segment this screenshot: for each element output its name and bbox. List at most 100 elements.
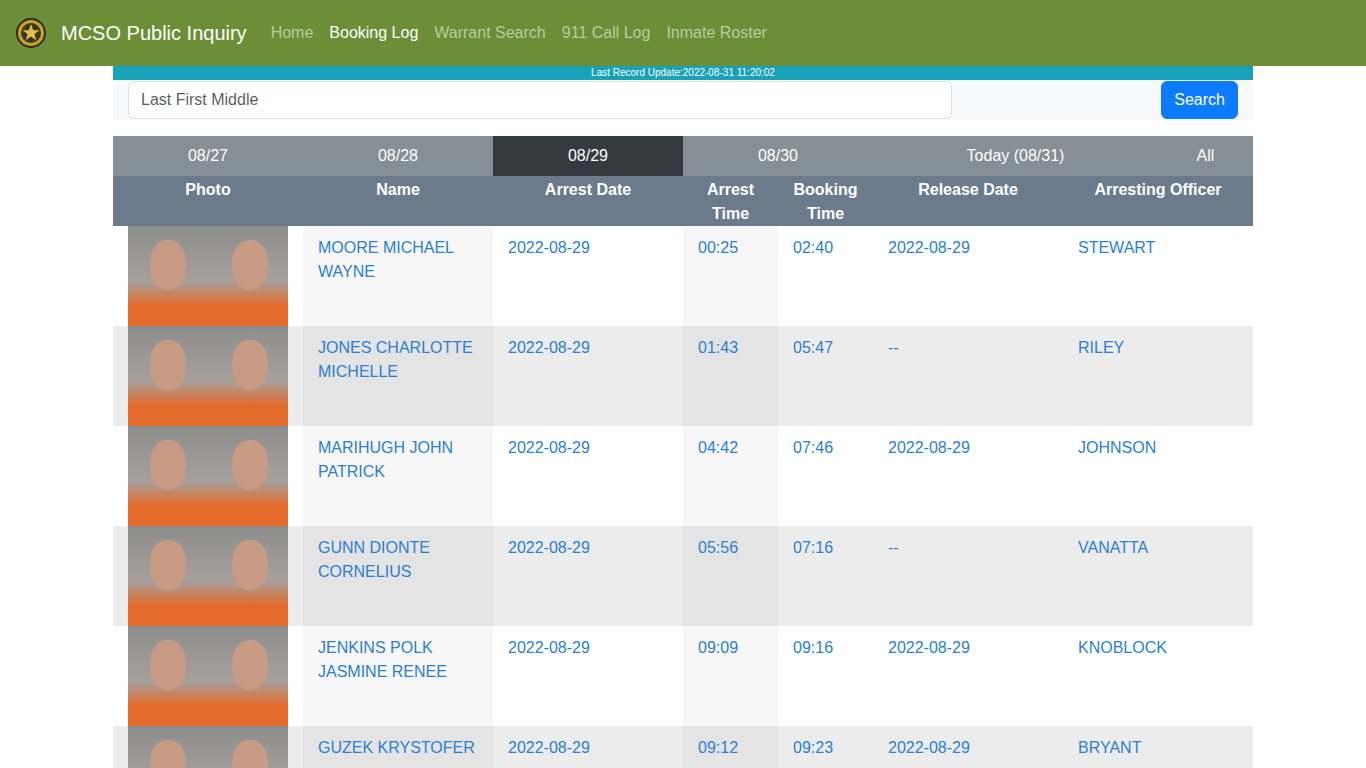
table-row[interactable]: JONES CHARLOTTE MICHELLE2022-08-2901:430…	[113, 326, 1253, 426]
face-shape	[150, 440, 186, 490]
nav-link[interactable]: Home	[263, 24, 322, 41]
arresting-officer[interactable]: VANATTA	[1063, 526, 1253, 626]
column-header: Release Date	[873, 176, 1063, 226]
inmate-name[interactable]: MOORE MICHAEL WAYNE	[303, 226, 493, 326]
table-row[interactable]: JENKINS POLK JASMINE RENEE2022-08-2909:0…	[113, 626, 1253, 726]
arresting-officer[interactable]: KNOBLOCK	[1063, 626, 1253, 726]
nav-links: HomeBooking LogWarrant Search911 Call Lo…	[263, 21, 775, 45]
face-shape	[150, 340, 186, 390]
side-photo	[208, 726, 288, 768]
front-photo	[128, 526, 208, 626]
side-photo	[208, 426, 288, 526]
arrest-time[interactable]: 09:12	[683, 726, 778, 768]
table-row[interactable]: GUZEK KRYSTOFER2022-08-2909:1209:232022-…	[113, 726, 1253, 768]
brand-title[interactable]: MCSO Public Inquiry	[61, 18, 247, 48]
booking-time[interactable]: 02:40	[778, 226, 873, 326]
release-date[interactable]: --	[873, 526, 1063, 626]
nav-link[interactable]: 911 Call Log	[554, 24, 659, 41]
arrest-time[interactable]: 05:56	[683, 526, 778, 626]
arresting-officer[interactable]: RILEY	[1063, 326, 1253, 426]
front-photo	[128, 426, 208, 526]
front-photo	[128, 626, 208, 726]
side-photo	[208, 226, 288, 326]
side-photo	[208, 626, 288, 726]
update-banner: Last Record Update:2022-08-31 11:20:02	[113, 66, 1253, 80]
arrest-date[interactable]: 2022-08-29	[493, 726, 683, 768]
face-shape	[150, 540, 186, 590]
main-content: Last Record Update:2022-08-31 11:20:02Se…	[113, 66, 1253, 768]
inmate-name[interactable]: MARIHUGH JOHN PATRICK	[303, 426, 493, 526]
booking-time[interactable]: 07:16	[778, 526, 873, 626]
face-shape	[150, 740, 186, 768]
release-date[interactable]: 2022-08-29	[873, 726, 1063, 768]
arrest-time[interactable]: 04:42	[683, 426, 778, 526]
table-header: PhotoNameArrest DateArrest TimeBooking T…	[113, 176, 1253, 226]
search-input[interactable]	[128, 81, 952, 119]
release-date[interactable]: --	[873, 326, 1063, 426]
booking-time[interactable]: 07:46	[778, 426, 873, 526]
face-shape	[232, 240, 268, 290]
booking-photo[interactable]	[113, 226, 303, 326]
front-photo	[128, 226, 208, 326]
nav-link[interactable]: Booking Log	[321, 24, 426, 41]
sheriff-badge-icon[interactable]	[16, 18, 46, 48]
face-shape	[232, 640, 268, 690]
release-date[interactable]: 2022-08-29	[873, 626, 1063, 726]
front-photo	[128, 726, 208, 768]
column-header: Booking Time	[778, 176, 873, 226]
face-shape	[232, 540, 268, 590]
arrest-date[interactable]: 2022-08-29	[493, 426, 683, 526]
date-tab[interactable]: 08/29	[493, 136, 683, 176]
arrest-date[interactable]: 2022-08-29	[493, 626, 683, 726]
release-date[interactable]: 2022-08-29	[873, 426, 1063, 526]
date-tabs: 08/2708/2808/2908/30Today (08/31)All	[113, 136, 1253, 176]
date-tab[interactable]: 08/27	[113, 136, 303, 176]
inmate-name[interactable]: GUZEK KRYSTOFER	[303, 726, 493, 768]
column-header: Arresting Officer	[1063, 176, 1253, 226]
side-photo	[208, 526, 288, 626]
face-shape	[232, 440, 268, 490]
booking-photo[interactable]	[113, 426, 303, 526]
arrest-date[interactable]: 2022-08-29	[493, 226, 683, 326]
date-tab[interactable]: 08/28	[303, 136, 493, 176]
release-date[interactable]: 2022-08-29	[873, 226, 1063, 326]
top-navbar: MCSO Public Inquiry HomeBooking LogWarran…	[0, 0, 1366, 66]
arrest-date[interactable]: 2022-08-29	[493, 526, 683, 626]
search-button[interactable]: Search	[1161, 81, 1238, 119]
arrest-time[interactable]: 01:43	[683, 326, 778, 426]
arrest-time[interactable]: 00:25	[683, 226, 778, 326]
column-header: Arrest Time	[683, 176, 778, 226]
arresting-officer[interactable]: BRYANT	[1063, 726, 1253, 768]
face-shape	[232, 340, 268, 390]
date-tab[interactable]: All	[1158, 136, 1253, 176]
side-photo	[208, 326, 288, 426]
booking-photo[interactable]	[113, 726, 303, 768]
column-header: Name	[303, 176, 493, 226]
face-shape	[150, 240, 186, 290]
booking-time[interactable]: 09:23	[778, 726, 873, 768]
front-photo	[128, 326, 208, 426]
search-bar: Search	[113, 80, 1253, 120]
table-row[interactable]: MOORE MICHAEL WAYNE2022-08-2900:2502:402…	[113, 226, 1253, 326]
booking-time[interactable]: 09:16	[778, 626, 873, 726]
face-shape	[150, 640, 186, 690]
booking-photo[interactable]	[113, 526, 303, 626]
table-row[interactable]: GUNN DIONTE CORNELIUS2022-08-2905:5607:1…	[113, 526, 1253, 626]
arresting-officer[interactable]: STEWART	[1063, 226, 1253, 326]
booking-photo[interactable]	[113, 626, 303, 726]
table-row[interactable]: MARIHUGH JOHN PATRICK2022-08-2904:4207:4…	[113, 426, 1253, 526]
date-tab[interactable]: Today (08/31)	[873, 136, 1158, 176]
booking-time[interactable]: 05:47	[778, 326, 873, 426]
inmate-name[interactable]: GUNN DIONTE CORNELIUS	[303, 526, 493, 626]
arrest-time[interactable]: 09:09	[683, 626, 778, 726]
nav-link[interactable]: Inmate Roster	[658, 24, 774, 41]
column-header: Photo	[113, 176, 303, 226]
arresting-officer[interactable]: JOHNSON	[1063, 426, 1253, 526]
booking-photo[interactable]	[113, 326, 303, 426]
nav-link[interactable]: Warrant Search	[426, 24, 553, 41]
inmate-name[interactable]: JENKINS POLK JASMINE RENEE	[303, 626, 493, 726]
arrest-date[interactable]: 2022-08-29	[493, 326, 683, 426]
date-tab[interactable]: 08/30	[683, 136, 873, 176]
inmate-name[interactable]: JONES CHARLOTTE MICHELLE	[303, 326, 493, 426]
column-header: Arrest Date	[493, 176, 683, 226]
